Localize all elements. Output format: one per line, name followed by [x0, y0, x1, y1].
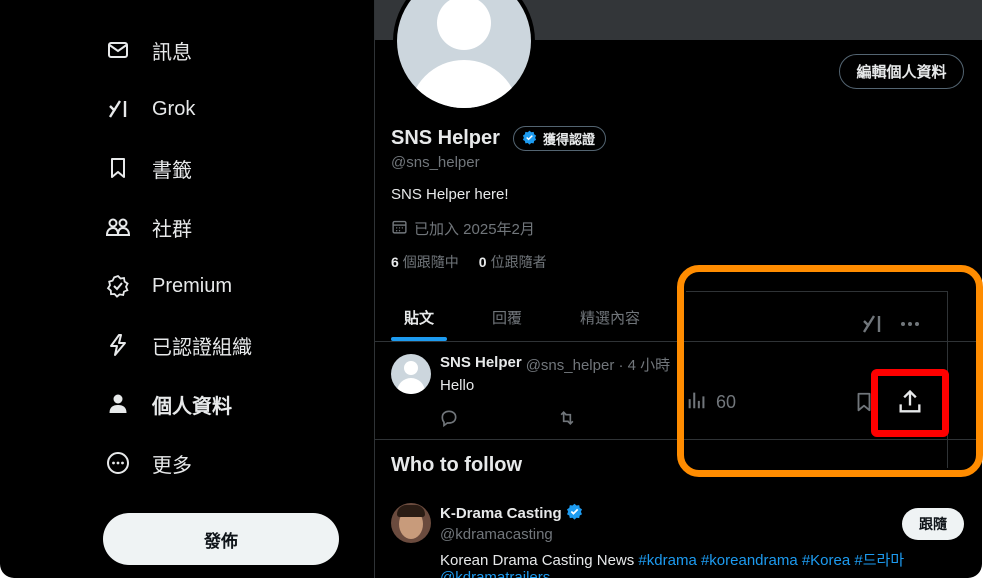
sidebar-item-communities[interactable]: 社群: [104, 203, 192, 251]
reply-icon[interactable]: [439, 408, 459, 428]
panel-divider-top: [686, 291, 948, 292]
verified-badge-icon: [522, 130, 537, 148]
post-button[interactable]: 發佈: [103, 513, 339, 565]
premium-icon: [104, 272, 132, 300]
followers-count: 0: [478, 254, 487, 270]
tweet-avatar[interactable]: [391, 354, 431, 394]
profile-handle: @sns_helper: [391, 154, 480, 171]
more-options-icon[interactable]: [898, 312, 922, 336]
sidebar-item-verified-orgs[interactable]: 已認證組織: [104, 321, 252, 369]
tweet-header: SNS Helper @sns_helper · 4 小時: [440, 354, 670, 375]
bookmark-icon[interactable]: [853, 390, 875, 414]
profile-bio: SNS Helper here!: [391, 186, 509, 203]
lightning-icon: [104, 331, 132, 359]
envelope-icon: [104, 36, 132, 64]
sidebar-item-grok[interactable]: Grok: [104, 85, 195, 133]
following-link[interactable]: 6 個跟隨中: [391, 252, 459, 272]
verified-badge-icon: [566, 503, 583, 524]
suggested-user-bio: Korean Drama Casting News #kdrama #korea…: [440, 549, 904, 570]
sidebar-item-messages[interactable]: 訊息: [104, 26, 192, 74]
calendar-icon: [391, 218, 408, 239]
panel-divider-right: [947, 291, 948, 468]
sidebar-item-label: 更多: [152, 454, 192, 477]
edit-profile-button[interactable]: 編輯個人資料: [839, 54, 964, 89]
person-icon: [104, 390, 132, 418]
bio-text: Korean Drama Casting News: [440, 552, 639, 569]
following-count: 6: [391, 254, 399, 270]
follow-stats: 6 個跟隨中 0 位跟隨者: [391, 252, 547, 272]
views-count-label: 60: [716, 392, 737, 412]
suggested-user-name[interactable]: K-Drama Casting: [440, 503, 583, 524]
following-label: 個跟隨中: [402, 254, 459, 270]
suggested-user-handle: @kdramacasting: [440, 526, 553, 543]
grok-icon: [104, 95, 132, 123]
tweet[interactable]: SNS Helper @sns_helper · 4 小時 Hello: [375, 342, 982, 440]
sidebar-item-label: 個人資料: [152, 395, 232, 418]
get-verified-label: 獲得認證: [543, 132, 596, 147]
communities-icon: [104, 213, 132, 241]
app-window: 訊息 Grok 書籤 社群 Premium 已認證組織 個人資料 更多 發佈 編…: [0, 0, 982, 578]
bio-hashtags[interactable]: #kdrama #koreandrama #Korea #드라마: [638, 552, 904, 569]
tab-replies[interactable]: 回覆: [492, 292, 522, 342]
who-to-follow-item[interactable]: K-Drama Casting @kdramacasting Korean Dr…: [375, 495, 982, 578]
sidebar-item-label: Premium: [152, 274, 233, 297]
sidebar-item-label: 書籤: [152, 159, 192, 182]
tab-active-indicator: [391, 337, 447, 341]
joined-text: 已加入 2025年2月: [414, 221, 535, 238]
tweet-meta: @sns_helper · 4 小時: [525, 357, 671, 374]
bio-mention-link[interactable]: @kdramatrailers: [440, 569, 550, 578]
more-circle-icon: [104, 449, 132, 477]
follow-button[interactable]: 跟隨: [902, 508, 964, 540]
main-column: 編輯個人資料 SNS Helper 獲得認證 @sns_helper SNS H…: [374, 0, 982, 578]
suggested-user-name-text: K-Drama Casting: [440, 505, 562, 522]
sidebar-item-profile[interactable]: 個人資料: [104, 380, 232, 428]
profile-avatar[interactable]: [393, 0, 535, 112]
views-count[interactable]: 60: [686, 389, 736, 416]
profile-joined: 已加入 2025年2月: [391, 218, 535, 239]
analytics-icon: [686, 389, 708, 416]
tab-posts[interactable]: 貼文: [404, 292, 434, 342]
sidebar-item-label: 社群: [152, 218, 192, 241]
sidebar-item-label: Grok: [152, 97, 196, 120]
bookmark-icon: [104, 154, 132, 182]
grok-icon[interactable]: [860, 312, 884, 336]
get-verified-button[interactable]: 獲得認證: [513, 126, 607, 151]
followers-link[interactable]: 0 位跟隨者: [479, 252, 547, 272]
share-icon[interactable]: [896, 388, 924, 416]
tweet-text: Hello: [440, 377, 475, 394]
sidebar: 訊息 Grok 書籤 社群 Premium 已認證組織 個人資料 更多 發佈: [0, 0, 374, 578]
who-to-follow-title: Who to follow: [391, 454, 523, 476]
screenshot-frame: 訊息 Grok 書籤 社群 Premium 已認證組織 個人資料 更多 發佈 編…: [0, 0, 1000, 585]
sidebar-item-more[interactable]: 更多: [104, 439, 192, 487]
followers-label: 位跟隨者: [490, 254, 547, 270]
tab-highlights[interactable]: 精選內容: [580, 292, 640, 342]
suggested-user-avatar[interactable]: [391, 503, 431, 543]
profile-name: SNS Helper: [391, 127, 500, 149]
sidebar-item-label: 訊息: [152, 41, 192, 64]
sidebar-item-label: 已認證組織: [152, 336, 252, 359]
sidebar-item-bookmarks[interactable]: 書籤: [104, 144, 192, 192]
tweet-author-name[interactable]: SNS Helper: [440, 354, 522, 375]
repost-icon[interactable]: [557, 408, 577, 428]
sidebar-item-premium[interactable]: Premium: [104, 262, 232, 310]
profile-tabs: 貼文 回覆 精選內容: [375, 292, 982, 342]
